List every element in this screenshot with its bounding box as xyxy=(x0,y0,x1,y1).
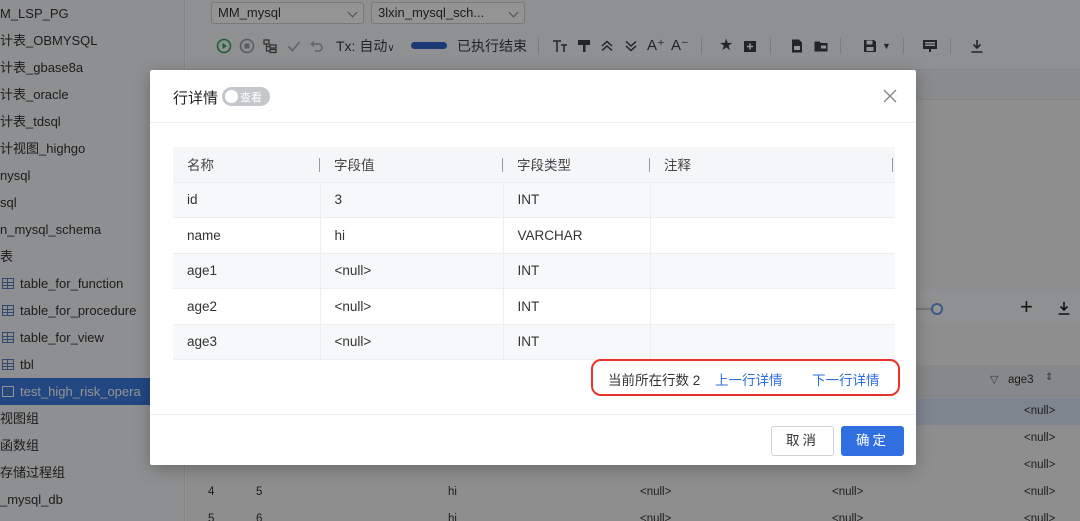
field-name-cell: age1 xyxy=(173,253,321,289)
prev-row-detail-link[interactable]: 上一行详情 xyxy=(715,369,783,389)
field-value-cell: <null> xyxy=(320,288,504,325)
ok-button[interactable]: 确定 xyxy=(841,426,904,456)
field-name-cell: age3 xyxy=(173,324,321,360)
table-row[interactable]: age1 <null> INT xyxy=(173,253,895,289)
column-resize-handle[interactable] xyxy=(892,158,893,172)
field-type-cell: INT xyxy=(503,182,651,218)
column-header-label: 名称 xyxy=(187,158,214,174)
column-header-value[interactable]: 字段值 xyxy=(320,147,503,183)
row-detail-table-body: id 3 INT name hi VARCHAR age1 <null> INT age2 <nul… xyxy=(173,182,895,360)
field-comment-cell xyxy=(650,217,895,254)
field-value-cell: hi xyxy=(320,217,504,254)
column-header-label: 字段值 xyxy=(334,158,375,174)
column-header-name[interactable]: 名称 xyxy=(173,147,320,183)
next-row-detail-link[interactable]: 下一行详情 xyxy=(812,369,880,389)
column-header-label: 注释 xyxy=(664,158,691,174)
field-value-cell: <null> xyxy=(320,253,504,289)
field-name-cell: name xyxy=(173,217,321,254)
field-type-cell: VARCHAR xyxy=(503,217,651,254)
toggle-knob xyxy=(225,90,238,103)
view-mode-toggle[interactable]: 查看 xyxy=(222,87,270,106)
column-header-label: 字段类型 xyxy=(517,158,571,174)
dialog-header: 行详情 查看 xyxy=(150,70,916,123)
field-name-cell: id xyxy=(173,182,321,218)
column-header-comment[interactable]: 注释 xyxy=(650,147,895,183)
close-icon[interactable] xyxy=(880,86,900,106)
field-type-cell: INT xyxy=(503,253,651,289)
field-comment-cell xyxy=(650,253,895,289)
table-row[interactable]: age3 <null> INT xyxy=(173,324,895,360)
row-navigation: 当前所在行数 2 上一行详情 下一行详情 xyxy=(591,359,900,396)
table-header-row: 名称 字段值 字段类型 注释 xyxy=(173,147,895,183)
field-type-cell: INT xyxy=(503,288,651,325)
field-type-cell: INT xyxy=(503,324,651,360)
cancel-button[interactable]: 取消 xyxy=(771,426,834,456)
toggle-label: 查看 xyxy=(240,92,262,104)
column-header-type[interactable]: 字段类型 xyxy=(503,147,650,183)
field-value-cell: <null> xyxy=(320,324,504,360)
table-row[interactable]: id 3 INT xyxy=(173,182,895,218)
dialog-footer: 取消 确定 xyxy=(150,414,916,465)
row-detail-dialog: 行详情 查看 名称 字段值 字段类型 注释 id 3 INT name hi VARCHA… xyxy=(150,70,916,465)
field-name-cell: age2 xyxy=(173,288,321,325)
dialog-title: 行详情 xyxy=(173,90,219,107)
field-comment-cell xyxy=(650,182,895,218)
field-value-cell: 3 xyxy=(320,182,504,218)
field-comment-cell xyxy=(650,288,895,325)
row-detail-table: 名称 字段值 字段类型 注释 id 3 INT name hi VARCHAR age1 <n… xyxy=(173,147,895,360)
table-row[interactable]: age2 <null> INT xyxy=(173,288,895,325)
current-row-indicator: 当前所在行数 2 xyxy=(608,373,701,388)
field-comment-cell xyxy=(650,324,895,360)
table-row[interactable]: name hi VARCHAR xyxy=(173,217,895,254)
